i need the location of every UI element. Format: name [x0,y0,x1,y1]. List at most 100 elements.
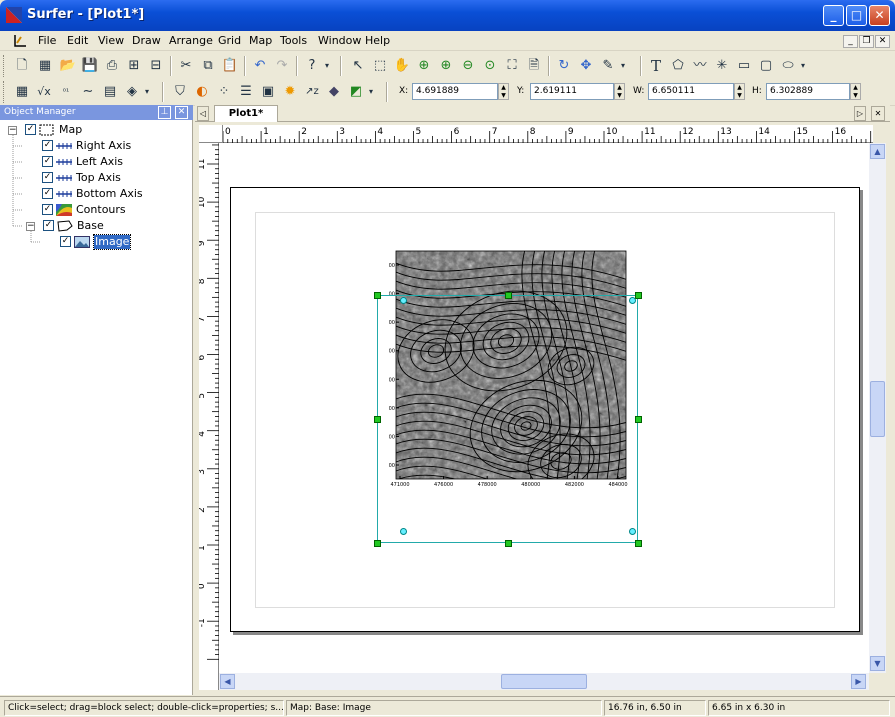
open-icon[interactable]: 📂 [58,56,78,76]
resize-handle[interactable] [635,292,642,299]
maximize-button[interactable]: □ [846,5,867,26]
vertical-scrollbar[interactable]: ▲ ▼ [869,143,886,673]
resize-handle[interactable] [635,416,642,423]
fit-window-icon[interactable]: ⛶ [502,56,522,76]
corner-marker[interactable] [400,297,407,304]
cut-icon[interactable]: ✂ [176,56,196,76]
new-base-map-icon[interactable]: ⛉ [170,82,190,102]
new-wireframe-icon[interactable]: ◆ [324,82,344,102]
resize-handle[interactable] [374,292,381,299]
undo-icon[interactable]: ↶ [250,56,270,76]
export-icon[interactable]: ⊟ [146,56,166,76]
new-contour-map-icon[interactable]: ◐ [192,82,212,102]
close-button[interactable]: ✕ [869,5,890,26]
corner-marker[interactable] [629,528,636,535]
scroll-right-icon[interactable]: ▶ [851,674,866,689]
menu-draw[interactable]: Draw [132,34,161,47]
new-classed-post-icon[interactable]: ☰ [236,82,256,102]
corner-marker[interactable] [400,528,407,535]
digitize-icon[interactable]: ✎ [598,56,618,76]
plot-canvas[interactable]: 4710004760004780004800004820004840004404… [219,143,869,681]
page-view-icon[interactable]: 🗎 [524,56,544,76]
rounded-rect-tool-icon[interactable]: ▢ [756,56,776,76]
copy-icon[interactable]: ⧉ [198,56,218,76]
ellipse-tool-icon[interactable]: ⬭ [778,56,798,76]
y-spinner[interactable]: ▲ ▼ [614,83,625,100]
menu-window[interactable]: Window [318,34,361,47]
menu-grid[interactable]: Grid [218,34,241,47]
x-spinner[interactable]: ▲ ▼ [498,83,509,100]
width-field[interactable]: 6.650111 [648,83,734,100]
x-coordinate-field[interactable]: 4.691889 [412,83,498,100]
chevron-down-icon[interactable]: ▾ [142,82,152,102]
mdi-close-button[interactable]: ✕ [875,35,890,48]
select-arrow-icon[interactable]: ↖ [348,56,368,76]
menu-file[interactable]: File [38,34,56,47]
new-worksheet-icon[interactable]: ▦ [35,56,55,76]
block-select-icon[interactable]: ⬚ [370,56,390,76]
document-icon[interactable] [12,33,28,49]
vertical-scroll-thumb[interactable] [870,381,885,437]
mdi-restore-button[interactable]: ❐ [859,35,874,48]
scroll-left-icon[interactable]: ◀ [220,674,235,689]
zoom-selected-icon[interactable]: ⊙ [480,56,500,76]
rotate-icon[interactable]: ↻ [554,56,574,76]
menu-map[interactable]: Map [249,34,272,47]
grid-edit-icon[interactable]: ⁰¹ [56,82,76,102]
y-coordinate-field[interactable]: 2.619111 [530,83,614,100]
zoom-rect-icon[interactable]: ⊕ [414,56,434,76]
chevron-down-icon[interactable]: ▾ [322,56,332,76]
variogram-icon[interactable]: ∼ [78,82,98,102]
grid-info-icon[interactable]: ▤ [100,82,120,102]
tab-scroll-right-icon[interactable]: ▷ [854,106,866,121]
chevron-down-icon[interactable]: ▾ [618,56,628,76]
symbol-tool-icon[interactable]: ✳ [712,56,732,76]
polygon-tool-icon[interactable]: ⬠ [668,56,688,76]
menu-tools[interactable]: Tools [280,34,307,47]
print-icon[interactable]: ⎙ [102,56,122,76]
tab-close-icon[interactable]: ✕ [871,106,885,121]
new-vector-map-icon[interactable]: ↗z [302,82,322,102]
zoom-out-icon[interactable]: ⊖ [458,56,478,76]
chevron-down-icon[interactable]: ▾ [366,82,376,102]
height-spinner[interactable]: ▲ ▼ [850,83,861,100]
menu-view[interactable]: View [98,34,124,47]
title-bar[interactable]: Surfer - [Plot1*] _ □ ✕ [0,0,895,31]
grid-math-icon[interactable]: √x [34,82,54,102]
horizontal-scroll-thumb[interactable] [501,674,587,689]
new-surface-icon[interactable]: ◩ [346,82,366,102]
corner-marker[interactable] [629,297,636,304]
text-tool-icon[interactable]: T [646,56,666,76]
new-shaded-relief-icon[interactable]: ✹ [280,82,300,102]
import-icon[interactable]: ⊞ [124,56,144,76]
mdi-minimize-button[interactable]: _ [843,35,858,48]
trackball-icon[interactable]: ✥ [576,56,596,76]
menu-help[interactable]: Help [365,34,390,47]
menu-arrange[interactable]: Arrange [169,34,213,47]
close-icon[interactable]: ✕ [175,106,188,119]
scroll-down-icon[interactable]: ▼ [870,656,885,671]
zoom-in-icon[interactable]: ⊕ [436,56,456,76]
height-field[interactable]: 6.302889 [766,83,850,100]
resize-handle[interactable] [504,292,512,299]
tab-scroll-left-icon[interactable]: ◁ [197,106,209,121]
chevron-down-icon[interactable]: ▾ [798,56,808,76]
grid-data-icon[interactable]: ▦ [12,82,32,102]
scroll-up-icon[interactable]: ▲ [870,144,885,159]
new-image-map-icon[interactable]: ▣ [258,82,278,102]
new-post-map-icon[interactable]: ⁘ [214,82,234,102]
tab-plot1[interactable]: Plot1* [214,105,278,122]
menu-edit[interactable]: Edit [67,34,88,47]
polyline-tool-icon[interactable]: 〰 [690,56,710,76]
grid-node-editor-icon[interactable]: ◈ [122,82,142,102]
resize-handle[interactable] [504,540,512,547]
pan-hand-icon[interactable]: ✋ [392,56,412,76]
visibility-checkbox[interactable]: ✓ [60,236,71,247]
width-spinner[interactable]: ▲ ▼ [734,83,745,100]
save-icon[interactable]: 💾 [80,56,100,76]
rectangle-tool-icon[interactable]: ▭ [734,56,754,76]
resize-handle[interactable] [374,540,381,547]
redo-icon[interactable]: ↷ [272,56,292,76]
new-plot-icon[interactable]: 🗋 [12,56,32,76]
paste-icon[interactable]: 📋 [220,56,240,76]
